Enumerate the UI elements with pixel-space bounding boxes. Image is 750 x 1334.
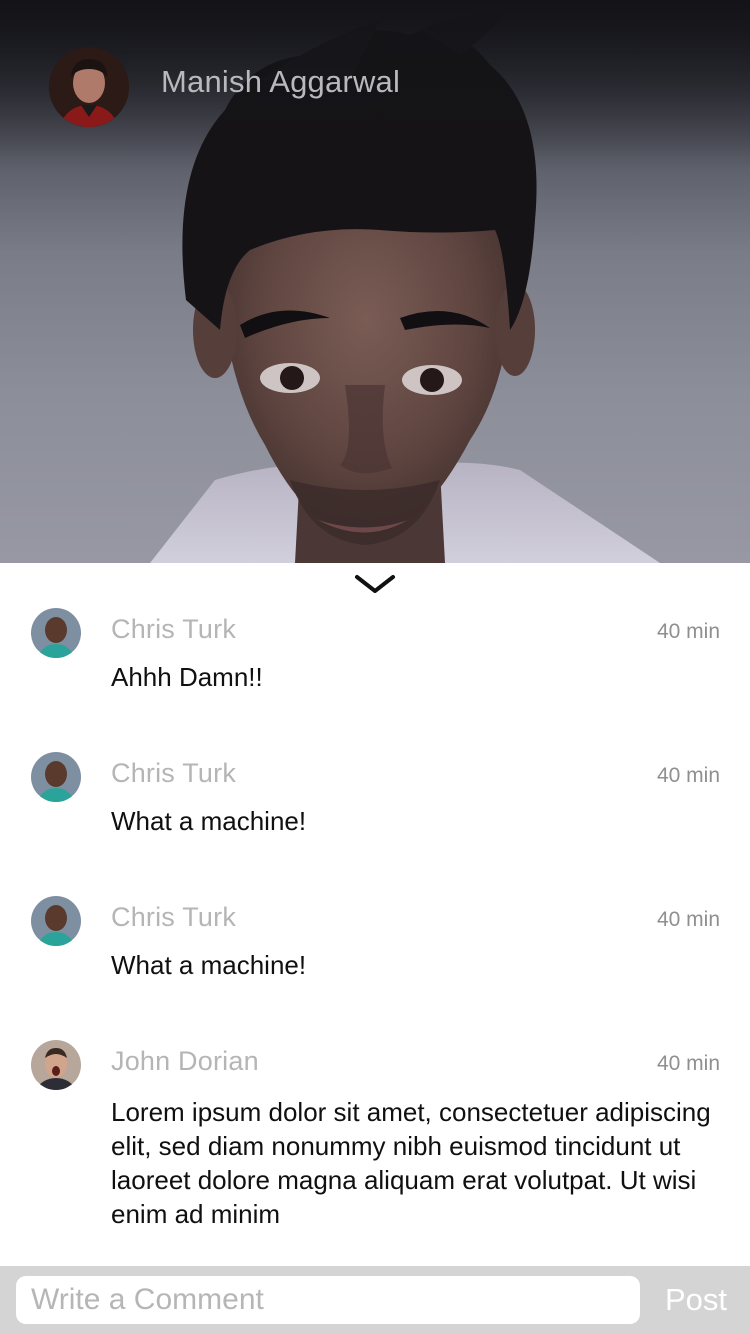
comment-time: 40 min xyxy=(656,620,720,643)
comment-text: Ahhh Damn!! xyxy=(111,662,263,692)
comment-text: What a machine! xyxy=(111,806,307,836)
comment-time: 40 min xyxy=(656,764,720,787)
comment-time: 40 min xyxy=(656,1052,720,1075)
comment-author[interactable]: Chris Turk xyxy=(111,902,236,933)
chevron-down-icon[interactable] xyxy=(354,573,396,597)
comment-author[interactable]: Chris Turk xyxy=(111,758,236,789)
post-button[interactable]: Post xyxy=(650,1276,742,1324)
avatar[interactable] xyxy=(31,1040,81,1090)
poster-avatar[interactable] xyxy=(49,47,129,127)
comment-time: 40 min xyxy=(656,908,720,931)
poster-name[interactable]: Manish Aggarwal xyxy=(161,64,400,100)
avatar[interactable] xyxy=(31,608,81,658)
comment-author[interactable]: John Dorian xyxy=(111,1046,259,1077)
post-photo[interactable]: Manish Aggarwal xyxy=(0,0,750,563)
comment-text: Lorem ipsum dolor sit amet, consectetuer… xyxy=(111,1097,711,1229)
comment-composer: Post xyxy=(0,1266,750,1334)
comment-author[interactable]: Chris Turk xyxy=(111,614,236,645)
comment-text: What a machine! xyxy=(111,950,307,980)
avatar[interactable] xyxy=(31,752,81,802)
comment-input[interactable] xyxy=(16,1276,640,1324)
avatar[interactable] xyxy=(31,896,81,946)
